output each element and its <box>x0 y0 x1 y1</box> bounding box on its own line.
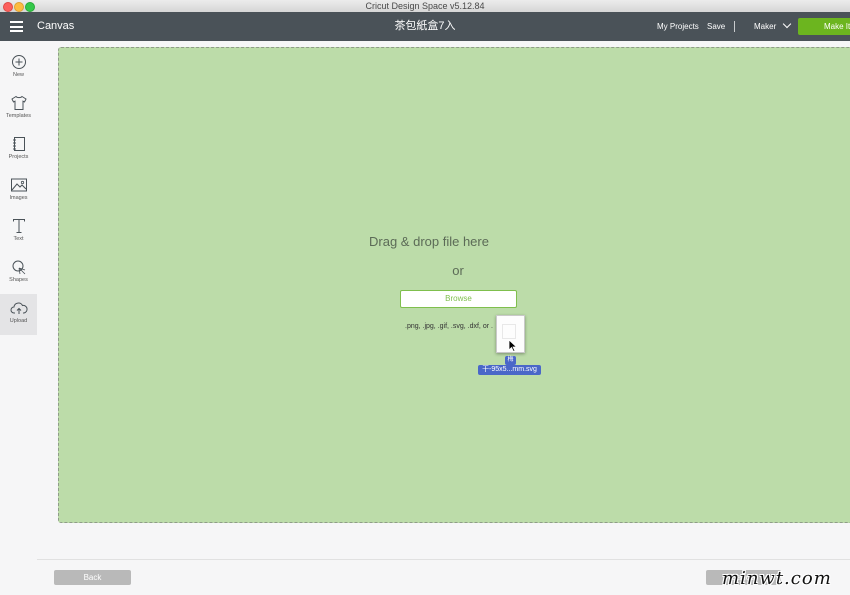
my-projects-link[interactable]: My Projects <box>657 12 699 41</box>
sidebar-item-label: Projects <box>8 154 29 160</box>
sidebar-item-projects[interactable]: Projects <box>0 130 37 171</box>
notebook-icon <box>12 137 25 151</box>
sidebar-item-label: New <box>12 72 24 78</box>
sidebar-item-templates[interactable]: Templates <box>0 89 37 130</box>
left-sidebar: New Templates Projects Images Text Shape… <box>0 41 38 595</box>
hamburger-menu-icon[interactable] <box>10 21 23 32</box>
text-icon <box>12 219 25 233</box>
project-title[interactable]: 茶包紙盒7入 <box>394 20 455 32</box>
header-separator <box>734 21 735 32</box>
sidebar-item-images[interactable]: Images <box>0 171 37 212</box>
sidebar-item-upload[interactable]: Upload <box>0 294 37 335</box>
watermark-text: minwt.com <box>722 568 832 589</box>
footer-divider <box>37 559 850 560</box>
canvas-label: Canvas <box>37 20 75 32</box>
chevron-down-icon <box>782 19 792 29</box>
sidebar-item-label: Upload <box>9 318 28 324</box>
sidebar-item-label: Templates <box>5 113 32 119</box>
drop-zone-heading: Drag & drop file here <box>369 234 489 249</box>
dragged-file-name: 干-95x5...mm.svg <box>478 365 541 375</box>
browse-button[interactable]: Browse <box>400 290 517 308</box>
mouse-cursor-icon <box>508 339 517 352</box>
back-button[interactable]: Back <box>54 570 131 585</box>
app-header: Canvas 茶包紙盒7入 My Projects Save Maker Mak… <box>0 12 850 41</box>
plus-circle-icon <box>11 55 26 69</box>
window-title: Cricut Design Space v5.12.84 <box>365 1 485 11</box>
dragged-file-badge: 梅 <box>505 356 516 365</box>
machine-select[interactable]: Maker <box>754 12 792 41</box>
machine-select-label: Maker <box>754 22 777 31</box>
make-it-button[interactable]: Make It <box>798 18 850 35</box>
image-icon <box>10 178 27 192</box>
cloud-upload-icon <box>10 302 28 314</box>
drop-zone-or: or <box>452 263 464 278</box>
save-link[interactable]: Save <box>707 12 725 41</box>
file-drop-zone[interactable] <box>58 47 850 523</box>
sidebar-item-new[interactable]: New <box>0 48 37 89</box>
supported-formats-text: .png, .jpg, .gif, .svg, .dxf, or . <box>405 323 493 330</box>
tshirt-icon <box>10 95 27 110</box>
sidebar-item-label: Images <box>9 195 28 201</box>
